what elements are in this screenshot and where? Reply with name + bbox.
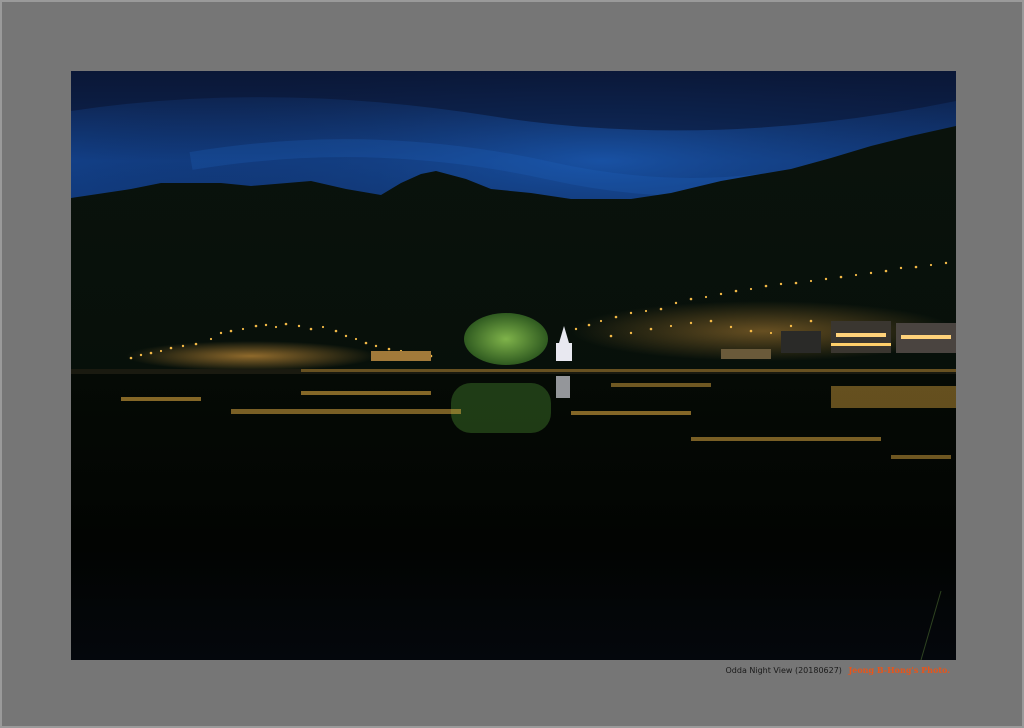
photo-render bbox=[71, 71, 956, 660]
lit-tree bbox=[464, 313, 548, 365]
photo-frame: Odda Night View (20180627) Jeong B-Hong'… bbox=[0, 0, 1024, 728]
night-landscape-photo bbox=[71, 71, 956, 660]
photo-title: Odda Night View (20180627) bbox=[725, 666, 842, 675]
photo-caption: Odda Night View (20180627) Jeong B-Hong'… bbox=[726, 664, 951, 677]
photo-credit: Jeong B-Hong's Photo. bbox=[848, 665, 950, 675]
